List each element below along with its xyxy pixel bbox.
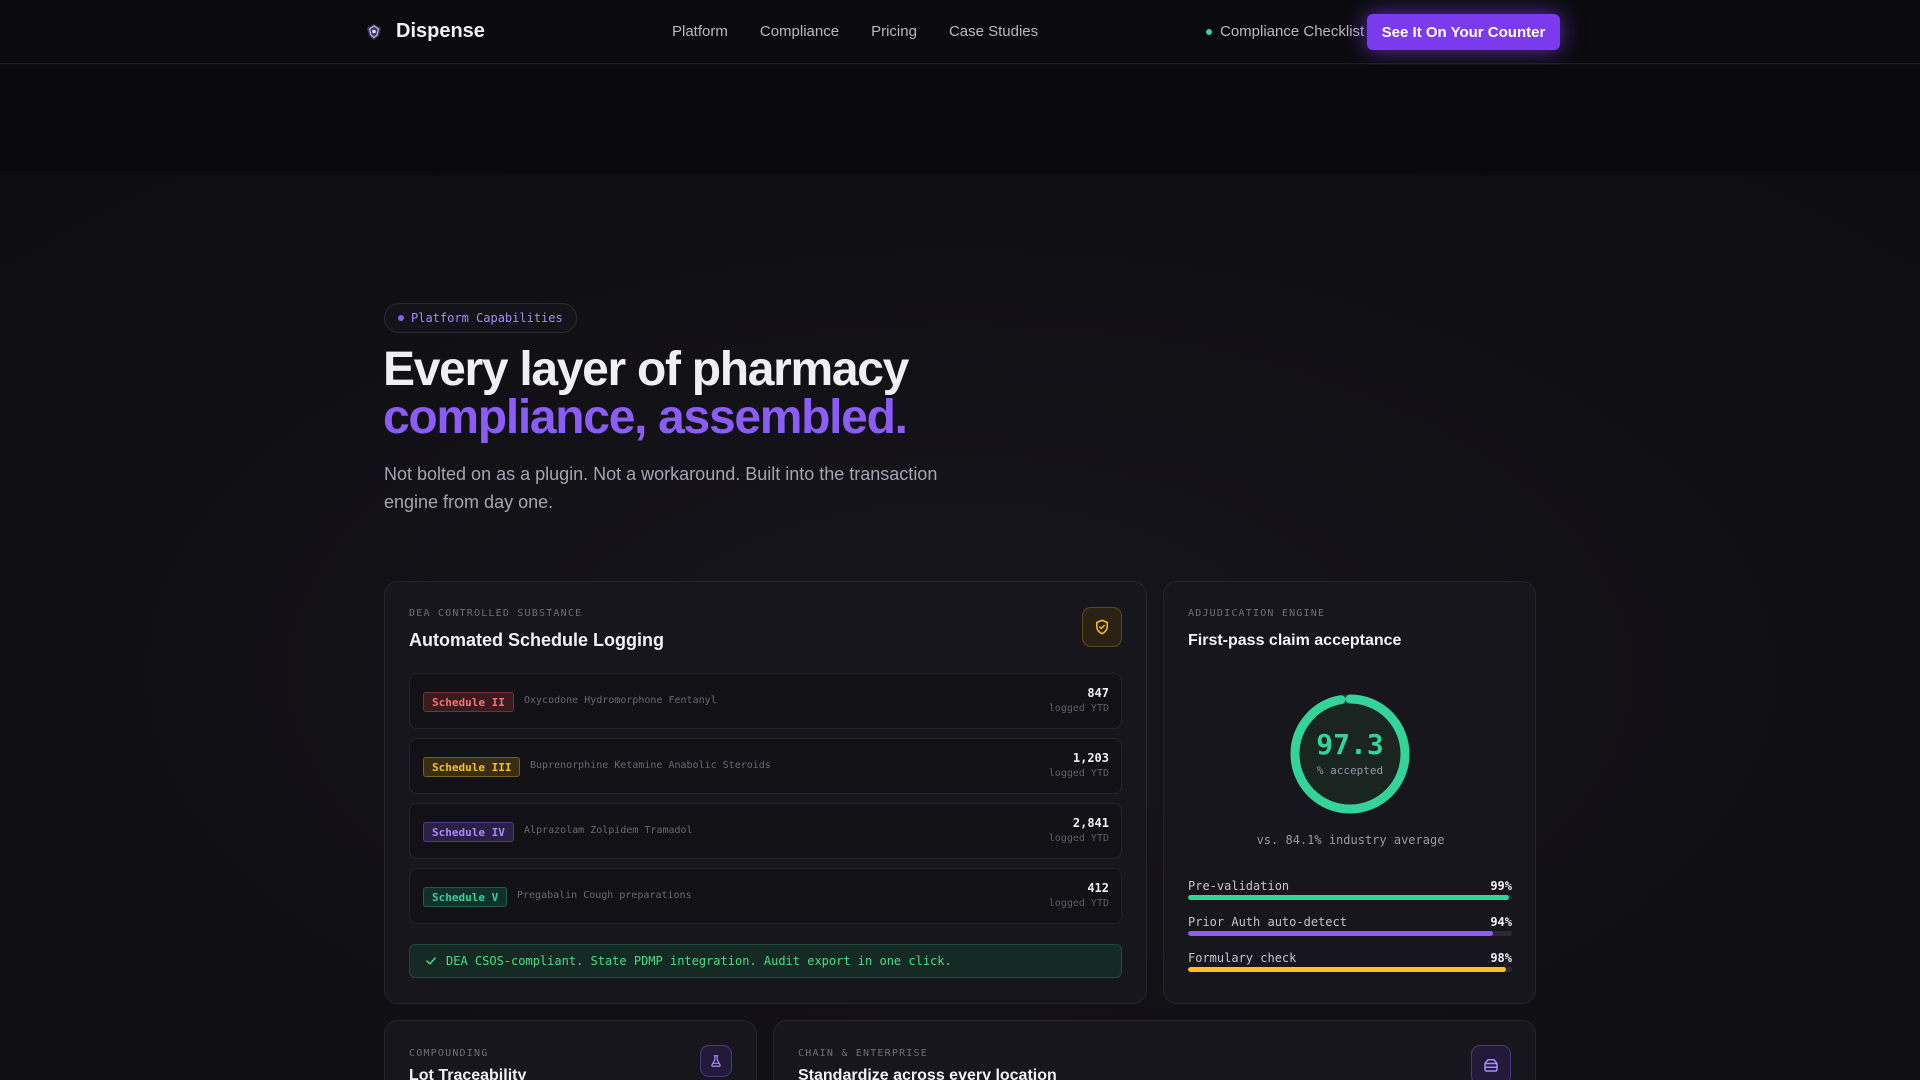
- schedule-count-label: logged YTD: [1048, 833, 1109, 844]
- nav-link-case-studies[interactable]: Case Studies: [949, 23, 1038, 40]
- see-it-on-your-counter-button[interactable]: See It On Your Counter: [1367, 14, 1560, 50]
- metric-label: Pre-validation: [1188, 879, 1290, 893]
- metric-track: [1188, 931, 1512, 936]
- flask-icon: [700, 1045, 732, 1077]
- nav-link-compliance[interactable]: Compliance: [760, 23, 839, 40]
- stack-icon: [1471, 1045, 1511, 1080]
- schedule-count-label: logged YTD: [1048, 703, 1109, 714]
- schedule-badge: Schedule III: [423, 757, 521, 777]
- nav-links: Platform Compliance Pricing Case Studies: [672, 23, 1038, 40]
- brand-name: Dispense: [396, 20, 485, 42]
- pill-dot-icon: [398, 315, 404, 321]
- metric-value: 94%: [1490, 915, 1512, 929]
- schedule-drugs: Buprenorphine Ketamine Anabolic Steroids: [530, 760, 771, 771]
- schedule-count-label: logged YTD: [1048, 898, 1109, 909]
- schedule-count: 412: [1087, 881, 1109, 895]
- card-eyebrow: CHAIN & ENTERPRISE: [798, 1048, 928, 1059]
- nav-link-pricing[interactable]: Pricing: [871, 23, 917, 40]
- status-dot-icon: [1206, 28, 1212, 35]
- card-eyebrow: COMPOUNDING: [409, 1048, 489, 1059]
- metric-prior-auth: Prior Auth auto-detect 94%: [1188, 915, 1512, 936]
- metric-label: Formulary check: [1188, 951, 1297, 965]
- schedule-row[interactable]: Schedule IV Alprazolam Zolpidem Tramadol…: [409, 803, 1122, 859]
- compliance-note: DEA CSOS-compliant. State PDMP integrati…: [409, 944, 1122, 978]
- hero-title-line2: compliance, assembled.: [383, 391, 908, 444]
- metric-pre-validation: Pre-validation 99%: [1188, 879, 1512, 900]
- metric-fill: [1188, 931, 1493, 936]
- hero-title-line1: Every layer of pharmacy: [383, 343, 909, 396]
- schedule-row[interactable]: Schedule III Buprenorphine Ketamine Anab…: [409, 738, 1122, 794]
- card-eyebrow: ADJUDICATION ENGINE: [1188, 608, 1326, 619]
- card-title: First-pass claim acceptance: [1188, 632, 1402, 649]
- schedule-drugs: Pregabalin Cough preparations: [517, 890, 692, 901]
- metric-fill: [1188, 895, 1509, 900]
- schedule-badge: Schedule V: [423, 887, 508, 907]
- hero-subtitle: Not bolted on as a plugin. Not a workaro…: [384, 464, 938, 512]
- compounding-card: COMPOUNDING Lot Traceability: [384, 1020, 757, 1080]
- schedule-row[interactable]: Schedule V Pregabalin Cough preparations…: [409, 868, 1122, 924]
- metric-fill: [1188, 967, 1506, 972]
- metric-formulary: Formulary check 98%: [1188, 951, 1512, 972]
- header-band: [0, 65, 1920, 175]
- schedule-drugs: Oxycodone Hydromorphone Fentanyl: [524, 695, 717, 706]
- schedule-badge: Schedule II: [423, 692, 514, 712]
- card-eyebrow: DEA CONTROLLED SUBSTANCE: [409, 608, 583, 619]
- brand-logo-icon: [367, 23, 381, 40]
- schedule-count: 1,203: [1072, 751, 1109, 765]
- compliance-note-text: DEA CSOS-compliant. State PDMP integrati…: [446, 954, 952, 968]
- card-title: Automated Schedule Logging: [409, 630, 664, 650]
- card-title: Lot Traceability: [409, 1067, 527, 1080]
- schedule-badge: Schedule IV: [423, 822, 514, 842]
- acceptance-label: % accepted: [1316, 764, 1384, 777]
- metric-label: Prior Auth auto-detect: [1188, 915, 1347, 929]
- enterprise-card: CHAIN & ENTERPRISE Standardize across ev…: [773, 1020, 1536, 1080]
- metric-track: [1188, 967, 1512, 972]
- schedule-row[interactable]: Schedule II Oxycodone Hydromorphone Fent…: [409, 673, 1122, 729]
- acceptance-value: 97.3: [1316, 728, 1384, 761]
- metric-track: [1188, 895, 1512, 900]
- schedule-count: 2,841: [1072, 816, 1109, 830]
- schedule-count: 847: [1087, 686, 1109, 700]
- metric-value: 99%: [1490, 879, 1512, 893]
- adjudication-card: ADJUDICATION ENGINE First-pass claim acc…: [1163, 581, 1536, 1004]
- compliance-checklist-link[interactable]: Compliance Checklist: [1206, 23, 1364, 40]
- industry-comparison: vs. 84.1% industry average: [1256, 833, 1445, 847]
- shield-check-icon: [1082, 607, 1122, 647]
- compliance-checklist-label: Compliance Checklist: [1220, 23, 1365, 40]
- schedule-logging-card: DEA CONTROLLED SUBSTANCE Automated Sched…: [384, 581, 1147, 1004]
- check-icon: [426, 957, 436, 965]
- schedule-list: Schedule II Oxycodone Hydromorphone Fent…: [409, 673, 1122, 933]
- card-title: Standardize across every location: [798, 1067, 1057, 1080]
- section-pill: Platform Capabilities: [384, 303, 577, 333]
- nav-link-platform[interactable]: Platform: [672, 23, 728, 40]
- top-nav: Dispense Platform Compliance Pricing Cas…: [0, 0, 1920, 64]
- schedule-count-label: logged YTD: [1048, 768, 1109, 779]
- section-pill-label: Platform Capabilities: [411, 311, 563, 325]
- schedule-drugs: Alprazolam Zolpidem Tramadol: [524, 825, 693, 836]
- metric-value: 98%: [1490, 951, 1512, 965]
- brand[interactable]: Dispense: [364, 20, 485, 43]
